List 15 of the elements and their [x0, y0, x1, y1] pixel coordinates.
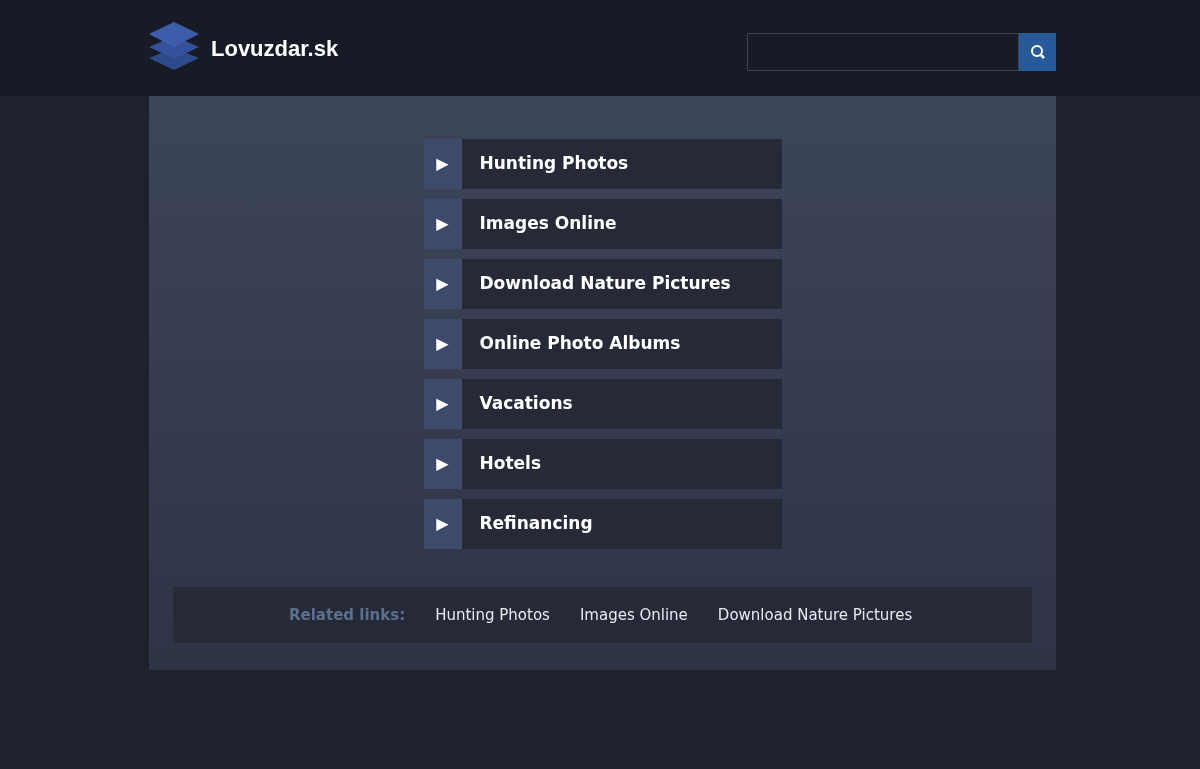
- link-row[interactable]: ▶ Hotels: [423, 439, 782, 489]
- link-row[interactable]: ▶ Download Nature Pictures: [423, 259, 782, 309]
- related-link[interactable]: Download Nature Pictures: [717, 603, 913, 627]
- link-row[interactable]: ▶ Refinancing: [423, 499, 782, 549]
- link-row[interactable]: ▶ Images Online: [423, 199, 782, 249]
- search-button[interactable]: [1019, 33, 1056, 71]
- site-logo-text[interactable]: Lovuzdar.sk: [211, 31, 339, 65]
- related-link[interactable]: Hunting Photos: [435, 603, 550, 627]
- search-field[interactable]: [747, 33, 1019, 71]
- link-row[interactable]: ▶ Hunting Photos: [423, 139, 782, 189]
- related-link[interactable]: Images Online: [579, 603, 688, 627]
- search-icon: [1029, 44, 1046, 60]
- link-row[interactable]: ▶ Vacations: [423, 379, 782, 429]
- related-links-heading: Related links:: [289, 604, 406, 626]
- link-row[interactable]: ▶ Online Photo Albums: [423, 319, 782, 369]
